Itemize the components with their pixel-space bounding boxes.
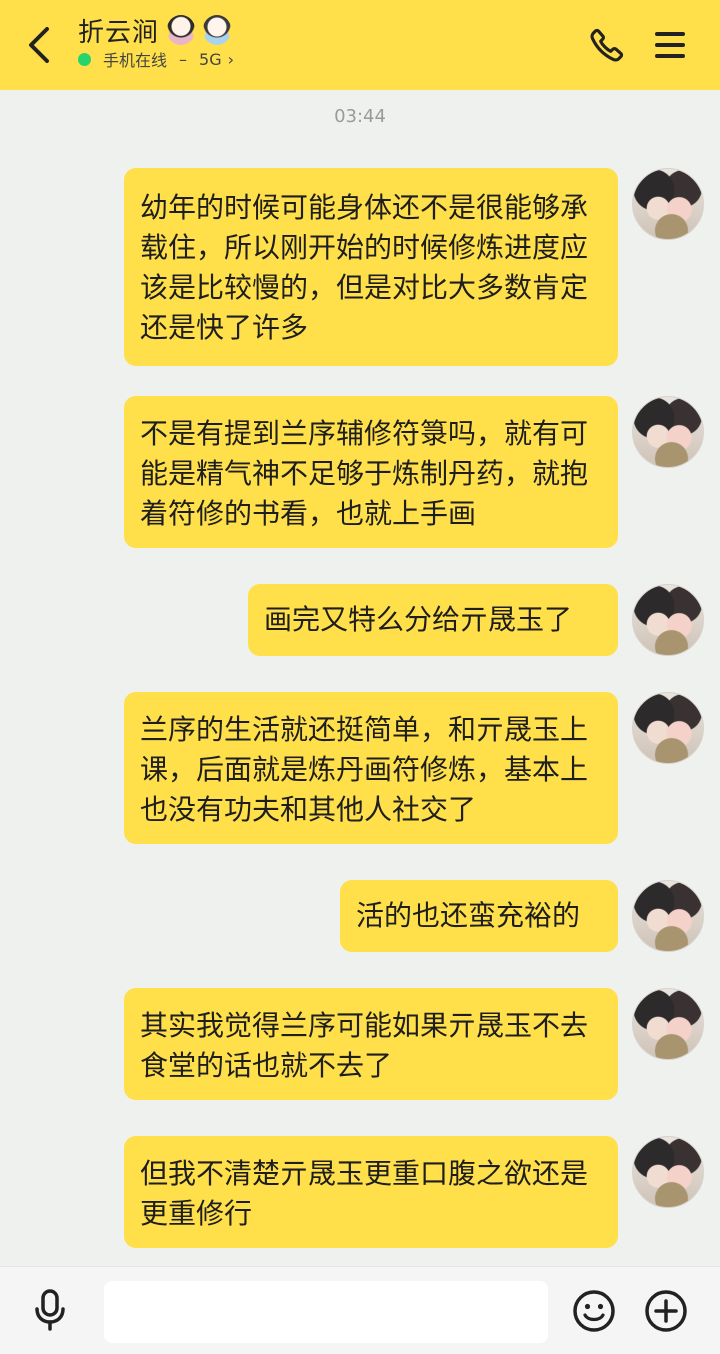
user-avatar[interactable] [632, 692, 704, 764]
menu-button[interactable] [650, 26, 690, 64]
online-status: 手机在线 – 5G › [78, 48, 234, 70]
voice-button[interactable] [28, 1287, 72, 1333]
message-bubble[interactable]: 但我不清楚亓晟玉更重口腹之欲还是更重修行 [124, 1136, 618, 1248]
message-row: 活的也还蛮充裕的 [340, 880, 704, 952]
user-avatar[interactable] [632, 584, 704, 656]
user-avatar[interactable] [632, 396, 704, 468]
user-avatar[interactable] [632, 880, 704, 952]
emoji-button[interactable] [572, 1289, 616, 1333]
message-timestamp: 03:44 [334, 106, 386, 127]
contact-name: 折云涧 [78, 17, 160, 48]
message-row: 不是有提到兰序辅修符箓吗，就有可能是精气神不足够于炼制丹药，就抱着符修的书看，也… [124, 396, 704, 548]
message-row: 画完又特么分给亓晟玉了 [248, 584, 704, 656]
user-avatar[interactable] [632, 1136, 704, 1208]
phone-icon [590, 28, 624, 62]
message-bubble[interactable]: 其实我觉得兰序可能如果亓晟玉不去食堂的话也就不去了 [124, 988, 618, 1100]
message-bubble[interactable]: 兰序的生活就还挺简单，和亓晟玉上课，后面就是炼丹画符修炼，基本上也没有功夫和其他… [124, 692, 618, 844]
more-button[interactable] [644, 1289, 688, 1333]
message-row: 其实我觉得兰序可能如果亓晟玉不去食堂的话也就不去了 [124, 988, 704, 1100]
microphone-icon [35, 1289, 65, 1331]
chevron-right-icon: › [227, 49, 234, 69]
input-bar [0, 1266, 720, 1354]
user-avatar[interactable] [632, 988, 704, 1060]
menu-icon [655, 32, 685, 36]
call-button[interactable] [586, 24, 628, 66]
network-type: 5G [199, 49, 222, 69]
chevron-left-icon [29, 27, 49, 63]
message-bubble[interactable]: 幼年的时候可能身体还不是很能够承载住，所以刚开始的时候修炼进度应该是比较慢的，但… [124, 168, 618, 366]
message-row: 兰序的生活就还挺简单，和亓晟玉上课，后面就是炼丹画符修炼，基本上也没有功夫和其他… [124, 692, 704, 844]
user-avatar[interactable] [632, 168, 704, 240]
status-text: 手机在线 [103, 51, 168, 70]
back-button[interactable] [18, 22, 58, 68]
contact-info[interactable]: 折云涧 手机在线 – 5G › [78, 10, 234, 70]
girl-emoji-icon [167, 15, 196, 45]
message-bubble[interactable]: 活的也还蛮充裕的 [340, 880, 618, 952]
status-separator: – [179, 49, 188, 69]
message-input[interactable] [104, 1281, 548, 1343]
smiley-icon [573, 1290, 615, 1332]
message-row: 幼年的时候可能身体还不是很能够承载住，所以刚开始的时候修炼进度应该是比较慢的，但… [124, 168, 704, 366]
message-row: 但我不清楚亓晟玉更重口腹之欲还是更重修行 [124, 1136, 704, 1248]
message-bubble[interactable]: 不是有提到兰序辅修符箓吗，就有可能是精气神不足够于炼制丹药，就抱着符修的书看，也… [124, 396, 618, 548]
online-dot-icon [78, 52, 91, 66]
chat-header: 折云涧 手机在线 – 5G › [0, 0, 720, 90]
boy-emoji-icon [203, 15, 232, 45]
message-bubble[interactable]: 画完又特么分给亓晟玉了 [248, 584, 618, 656]
plus-circle-icon [645, 1290, 687, 1332]
